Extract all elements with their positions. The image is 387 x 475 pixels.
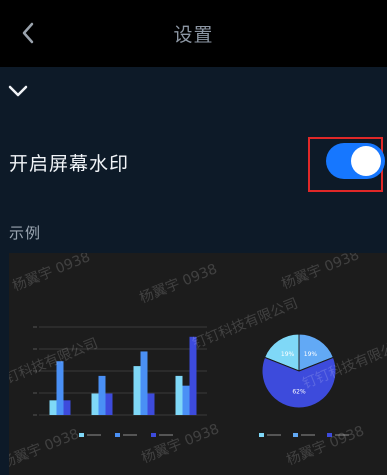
legend-swatch [259,433,264,437]
bar [140,351,148,415]
bar [105,393,113,415]
legend-swatch [115,433,120,437]
watermark-toggle[interactable] [326,143,385,179]
bar [175,375,183,415]
watermark-setting-label: 开启屏幕水印 [9,153,130,175]
pie-label: 62% [292,388,306,395]
bar [98,375,106,415]
chevron-down-icon[interactable] [4,76,34,106]
legend-text-placeholder [267,434,281,436]
toggle-knob [351,146,381,176]
bar [147,393,155,415]
legend-swatch [293,433,298,437]
example-label: 示例 [9,224,42,242]
bar [49,400,57,415]
top-nav-bar: 设置 [0,0,387,67]
legend-text-placeholder [87,434,101,436]
bar [56,361,64,415]
bar [133,366,141,415]
legend-text-placeholder [123,434,137,436]
pie-label: 19% [281,351,295,358]
example-preview: 19% 19% 62% 杨翼宇 0938 杨翼宇 0938 杨翼宇 0938 钉钉科… [9,253,387,475]
bar [63,400,71,415]
legend-text-placeholder [301,434,315,436]
legend-swatch [151,433,156,437]
bar [182,385,190,415]
pie-label: 19% [304,351,318,358]
bar [91,393,99,415]
page-title: 设置 [173,24,214,46]
